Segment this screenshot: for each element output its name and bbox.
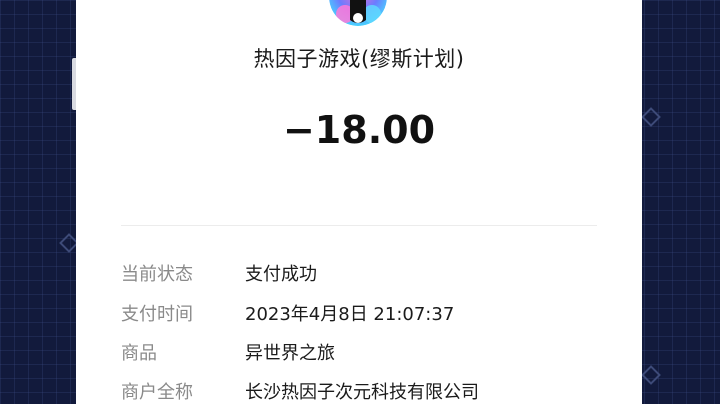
- divider: [121, 225, 597, 226]
- product-label: 商品: [121, 343, 157, 364]
- merchant-name: 热因子游戏(缪斯计划): [253, 47, 465, 71]
- payment-time-label: 支付时间: [121, 304, 193, 325]
- detail-row-merchant-full-name: 商户全称 长沙热因子次元科技有限公司: [121, 379, 597, 404]
- payment-amount: −18.00: [282, 108, 436, 152]
- payment-receipt-card: 热因子游戏(缪斯计划) −18.00 当前状态 支付成功 支付时间 2023年4…: [76, 0, 642, 404]
- merchant-full-name-value: 长沙热因子次元科技有限公司: [245, 382, 479, 403]
- detail-row-product: 商品 异世界之旅: [121, 340, 597, 368]
- product-value: 异世界之旅: [245, 343, 335, 364]
- detail-row-payment-time: 支付时间 2023年4月8日 21:07:37: [121, 301, 597, 329]
- detail-row-status: 当前状态 支付成功: [121, 261, 597, 289]
- status-value: 支付成功: [245, 264, 317, 285]
- merchant-logo-icon: [329, 0, 387, 26]
- merchant-full-name-label: 商户全称: [121, 382, 193, 403]
- payment-time-value: 2023年4月8日 21:07:37: [245, 304, 455, 325]
- status-label: 当前状态: [121, 264, 193, 285]
